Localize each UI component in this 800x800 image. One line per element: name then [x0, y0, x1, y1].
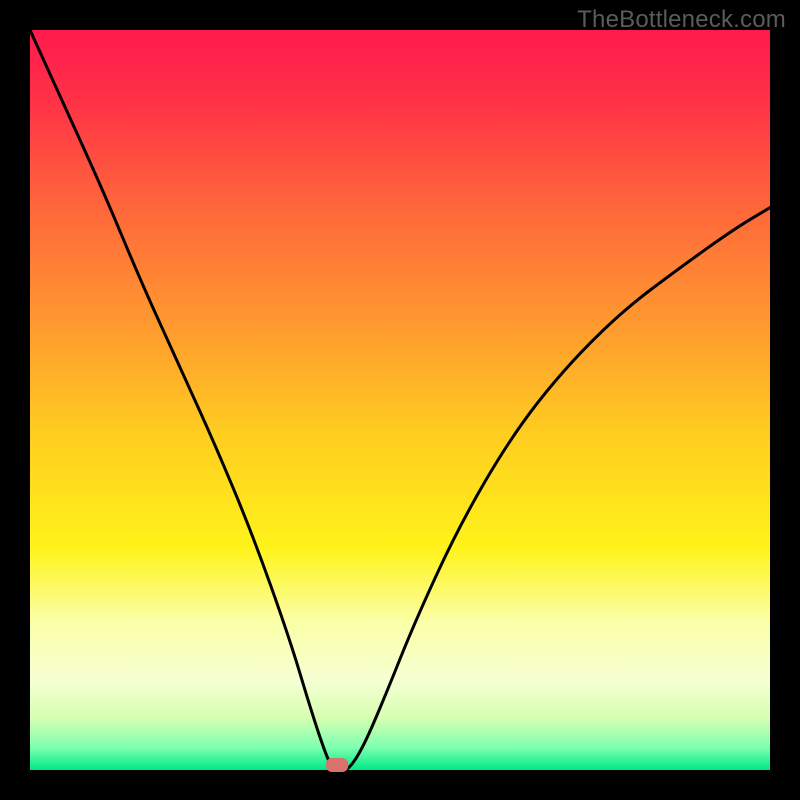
chart-frame: TheBottleneck.com [0, 0, 800, 800]
bottleneck-chart [0, 0, 800, 800]
optimal-marker [326, 758, 348, 772]
watermark-text: TheBottleneck.com [577, 6, 786, 34]
